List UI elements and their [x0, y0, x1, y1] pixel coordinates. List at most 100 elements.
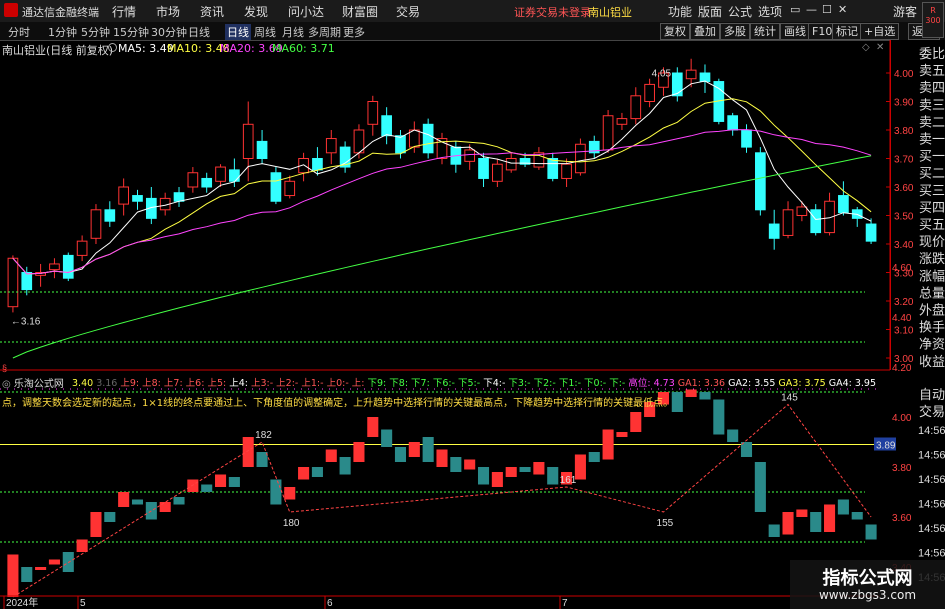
indicator-bar [477, 467, 490, 485]
panel-label-18: 收益 [919, 354, 945, 369]
ma10-line [12, 98, 872, 275]
candle-body [727, 115, 739, 131]
indicator-bar [810, 512, 822, 532]
panel-label-9: 买四 [919, 200, 945, 215]
wave-label: 155 [657, 518, 674, 529]
kline-chart[interactable]: 委比卖五卖四卖三卖二卖一买一买二买三买四买五现价涨跌涨幅总量外盘换手净资收益自动… [0, 0, 945, 609]
indicator-bar [616, 432, 628, 437]
candle-body [671, 72, 683, 97]
indicator-bar [588, 452, 600, 462]
panel-label-2: 卖四 [919, 80, 945, 95]
time-label: 14:56 [918, 523, 945, 535]
x-axis-label: 2024年 [6, 596, 38, 609]
candle-body [810, 209, 822, 234]
panel-label-3: 卖三 [919, 97, 945, 112]
indicator-bar [519, 467, 531, 472]
legend-item: 下6:- [432, 378, 459, 389]
candle-body [699, 72, 711, 83]
legend-item: 上5: [207, 378, 230, 389]
indicator-bar [145, 502, 157, 520]
legend-item: 3.40 [72, 378, 97, 389]
legend-item: GA2: 3.55 [728, 378, 779, 389]
time-label: 14:56 [918, 425, 945, 437]
indicator-bar [48, 559, 60, 565]
time-label: 14:56 [918, 474, 945, 486]
price-tick-label: 3.70 [894, 155, 914, 166]
indicator-tick-label: 3.60 [892, 513, 912, 524]
candle-body [312, 158, 323, 171]
indicator-bar [311, 467, 323, 477]
indicator-tick-label: 4.60 [892, 263, 912, 274]
candle-body [229, 169, 240, 182]
legend-item: 上7: [163, 378, 186, 389]
price-annotation: ←3.16 [11, 316, 41, 327]
legend-item: 下5:- [458, 378, 484, 389]
ma5-line [12, 80, 872, 275]
wave-label: 182 [255, 430, 272, 441]
time-label: 14:56 [918, 499, 945, 511]
indicator-bar [408, 442, 420, 457]
ma60-line [12, 155, 872, 359]
indicator-tick-label: 4.00 [892, 413, 912, 424]
legend-item: 高位: 4.73 [628, 378, 678, 389]
indicator-bar [353, 442, 365, 462]
indicator-bar [298, 467, 310, 480]
indicator-bar [547, 467, 559, 485]
indicator-bar [228, 477, 240, 487]
candle-body [478, 158, 489, 179]
legend-item: 上6: [185, 378, 208, 389]
candle-body [561, 163, 572, 179]
indicator-bar [242, 437, 254, 467]
legend-item: GA1: 3.36 [677, 378, 729, 389]
indicator-bar [865, 524, 877, 540]
candle-body [464, 149, 476, 162]
candle-body [602, 115, 614, 151]
candle-body [381, 115, 392, 137]
price-tick-label: 3.80 [894, 126, 914, 137]
candle-body [575, 143, 586, 174]
indicator-bar [325, 449, 337, 462]
indicator-bar [159, 502, 171, 512]
candle-body [616, 118, 628, 125]
indicator-bar [76, 539, 88, 552]
price-tick-label: 3.50 [894, 212, 914, 223]
legend-item: 上1:- [301, 378, 327, 389]
candle-body [755, 152, 766, 211]
candle-body [90, 209, 102, 239]
candle-body [505, 158, 517, 171]
indicator-tick-label: 4.40 [892, 313, 912, 324]
indicator-bar [505, 467, 517, 477]
indicator-bar [824, 504, 836, 532]
candle-body [49, 263, 60, 271]
indicator-bar [533, 462, 545, 475]
candle-body [395, 135, 406, 154]
candle-body [215, 166, 226, 182]
panel-label-13: 涨幅 [919, 268, 945, 283]
indicator-bar [7, 554, 19, 597]
candle-body [367, 101, 379, 125]
indicator-gear-icon[interactable]: ◎ [2, 379, 11, 390]
candle-body [201, 177, 213, 188]
candle-body [741, 129, 752, 148]
indicator-bar [394, 447, 407, 462]
legend-item: 下8: [389, 378, 412, 389]
candle-body [132, 195, 143, 202]
legend-item: 下0:- [584, 378, 610, 389]
indicator-bar [367, 417, 379, 437]
candle-body [21, 272, 33, 291]
candle-body [353, 129, 365, 154]
legend-item: 上3:- [250, 378, 277, 389]
price-tick-label: 3.10 [894, 326, 914, 337]
legend-item: 3.16 [96, 378, 121, 389]
indicator-bar [90, 512, 102, 537]
legend-item: 下4:- [483, 378, 509, 389]
x-axis-label: 7 [562, 598, 568, 609]
legend-item: 上8: [142, 378, 164, 389]
indicator-tick-label: 4.20 [892, 363, 912, 374]
candle-body [242, 123, 254, 160]
x-axis-label: 5 [80, 598, 86, 609]
price-tick-label: 4.00 [894, 69, 914, 80]
legend-item: GA3: 3.75 [778, 378, 829, 389]
candle-body [865, 223, 877, 242]
site-watermark: 指标公式网 www.zbgs3.com [790, 560, 945, 609]
